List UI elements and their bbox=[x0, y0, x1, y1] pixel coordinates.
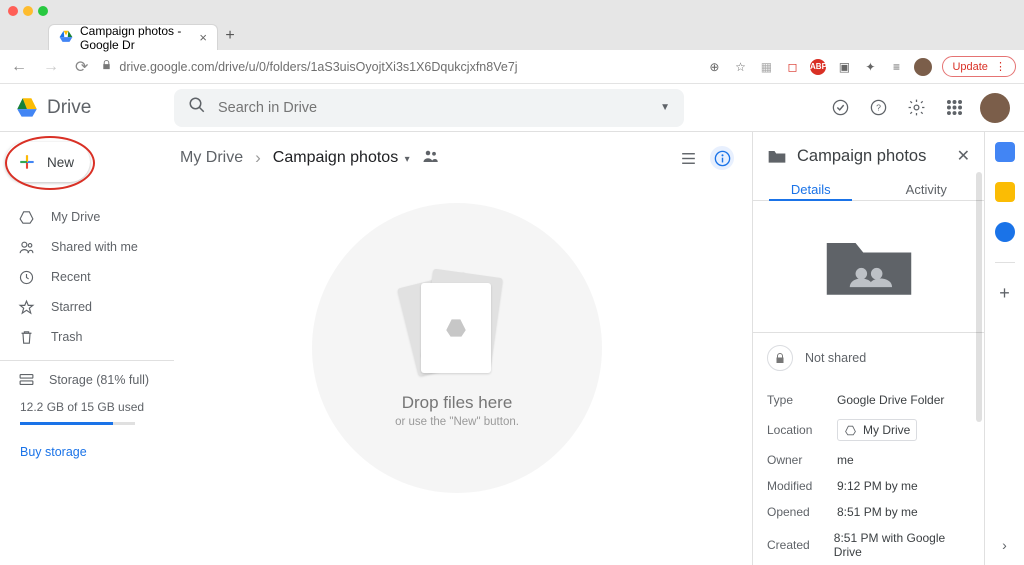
keep-app-icon[interactable] bbox=[995, 182, 1015, 202]
sidebar-item-trash[interactable]: Trash bbox=[0, 322, 174, 352]
lock-icon bbox=[101, 59, 112, 74]
extension-icon[interactable]: ◻ bbox=[784, 59, 800, 75]
search-options-caret[interactable]: ▼ bbox=[660, 102, 670, 113]
bookmark-icon[interactable]: ☆ bbox=[732, 59, 748, 75]
dropzone-illustration bbox=[407, 269, 507, 379]
meta-modified: Modified9:12 PM by me bbox=[767, 473, 970, 499]
folder-icon bbox=[767, 147, 787, 165]
adblock-icon[interactable]: ABP bbox=[810, 59, 826, 75]
svg-text:?: ? bbox=[876, 103, 881, 113]
close-window-button[interactable] bbox=[8, 6, 18, 16]
tab-activity[interactable]: Activity bbox=[869, 178, 985, 200]
scrollbar[interactable] bbox=[976, 172, 982, 422]
meta-type: TypeGoogle Drive Folder bbox=[767, 387, 970, 413]
extension-icon[interactable]: ▦ bbox=[758, 59, 774, 75]
extension-icon[interactable]: ≡ bbox=[888, 59, 904, 75]
drive-favicon-icon bbox=[59, 29, 73, 46]
sidebar-storage[interactable]: Storage (81% full) bbox=[18, 371, 174, 388]
tasks-app-icon[interactable] bbox=[995, 222, 1015, 242]
add-addon-button[interactable]: + bbox=[999, 283, 1010, 304]
ready-offline-icon[interactable] bbox=[828, 96, 852, 120]
storage-used-label: 12.2 GB of 15 GB used bbox=[18, 400, 174, 414]
dropzone[interactable]: Drop files here or use the "New" button. bbox=[312, 203, 602, 493]
tab-details[interactable]: Details bbox=[753, 178, 869, 200]
lock-icon bbox=[767, 345, 793, 371]
help-icon[interactable]: ? bbox=[866, 96, 890, 120]
tab-title: Campaign photos - Google Dr bbox=[80, 24, 192, 52]
dropzone-subtitle: or use the "New" button. bbox=[395, 416, 519, 428]
meta-location: Location My Drive bbox=[767, 413, 970, 447]
browser-tab[interactable]: Campaign photos - Google Dr × bbox=[48, 24, 218, 50]
meta-created: Created8:51 PM with Google Drive bbox=[767, 525, 970, 565]
location-chip[interactable]: My Drive bbox=[837, 419, 917, 441]
extension-icon[interactable]: ▣ bbox=[836, 59, 852, 75]
sharing-status[interactable]: Not shared bbox=[753, 333, 984, 383]
search-box[interactable]: ▼ bbox=[174, 89, 684, 127]
meta-owner: Ownerme bbox=[767, 447, 970, 473]
sidebar-item-mydrive[interactable]: My Drive bbox=[0, 202, 174, 232]
browser-toolbar: ← → ⟳ drive.google.com/drive/u/0/folders… bbox=[0, 50, 1024, 84]
calendar-app-icon[interactable] bbox=[995, 142, 1015, 162]
back-button[interactable]: ← bbox=[8, 58, 30, 76]
settings-icon[interactable] bbox=[904, 96, 928, 120]
close-details-icon[interactable]: ✕ bbox=[957, 146, 970, 166]
buy-storage-link[interactable]: Buy storage bbox=[18, 445, 174, 459]
sidebar-item-recent[interactable]: Recent bbox=[0, 262, 174, 292]
breadcrumb-current[interactable]: Campaign photos ▾ bbox=[273, 149, 410, 167]
details-title: Campaign photos bbox=[797, 147, 926, 166]
apps-grid-icon[interactable] bbox=[942, 96, 966, 120]
info-details-icon[interactable] bbox=[710, 146, 734, 170]
browser-profile-avatar[interactable] bbox=[914, 58, 932, 76]
content-area: My Drive › Campaign photos ▾ bbox=[174, 132, 752, 565]
sidebar-item-starred[interactable]: Starred bbox=[0, 292, 174, 322]
search-icon bbox=[188, 96, 206, 119]
window-traffic-lights bbox=[0, 0, 1024, 22]
details-preview bbox=[753, 201, 984, 333]
new-tab-button[interactable]: + bbox=[218, 27, 242, 45]
drive-logo[interactable]: Drive bbox=[14, 95, 174, 121]
close-tab-icon[interactable]: × bbox=[199, 30, 207, 45]
maximize-window-button[interactable] bbox=[38, 6, 48, 16]
app-header: Drive ▼ ? bbox=[0, 84, 1024, 132]
browser-update-button[interactable]: Update ⋮ bbox=[942, 56, 1016, 77]
breadcrumb-root[interactable]: My Drive bbox=[180, 149, 243, 167]
sidebar: New My Drive Shared with me Recent Starr… bbox=[0, 132, 174, 565]
folder-dropdown-caret[interactable]: ▾ bbox=[405, 154, 410, 165]
details-panel: Campaign photos ✕ Details Activity Not s… bbox=[752, 132, 984, 565]
share-people-icon[interactable] bbox=[422, 149, 440, 168]
side-rail: + › bbox=[984, 132, 1024, 565]
search-input[interactable] bbox=[218, 100, 648, 116]
hide-side-panel-icon[interactable]: › bbox=[1002, 537, 1007, 553]
account-avatar[interactable] bbox=[980, 93, 1010, 123]
separator bbox=[995, 262, 1015, 263]
browser-tab-bar: Campaign photos - Google Dr × + bbox=[0, 22, 1024, 50]
chevron-right-icon: › bbox=[255, 148, 261, 168]
storage-progress bbox=[20, 422, 135, 425]
address-bar[interactable]: drive.google.com/drive/u/0/folders/1aS3u… bbox=[101, 59, 517, 74]
forward-button[interactable]: → bbox=[40, 58, 62, 76]
extension-icon[interactable]: ⊕ bbox=[706, 59, 722, 75]
minimize-window-button[interactable] bbox=[23, 6, 33, 16]
url-text: drive.google.com/drive/u/0/folders/1aS3u… bbox=[119, 60, 517, 74]
list-view-icon[interactable] bbox=[676, 146, 700, 170]
new-button-label: New bbox=[47, 155, 74, 170]
sidebar-item-shared[interactable]: Shared with me bbox=[0, 232, 174, 262]
breadcrumb: My Drive › Campaign photos ▾ bbox=[180, 138, 734, 178]
dropzone-title: Drop files here bbox=[402, 393, 513, 413]
meta-opened: Opened8:51 PM by me bbox=[767, 499, 970, 525]
extensions-menu-icon[interactable]: ✦ bbox=[862, 59, 878, 75]
reload-button[interactable]: ⟳ bbox=[72, 57, 91, 77]
new-button[interactable]: New bbox=[5, 142, 90, 182]
app-name: Drive bbox=[47, 97, 91, 119]
